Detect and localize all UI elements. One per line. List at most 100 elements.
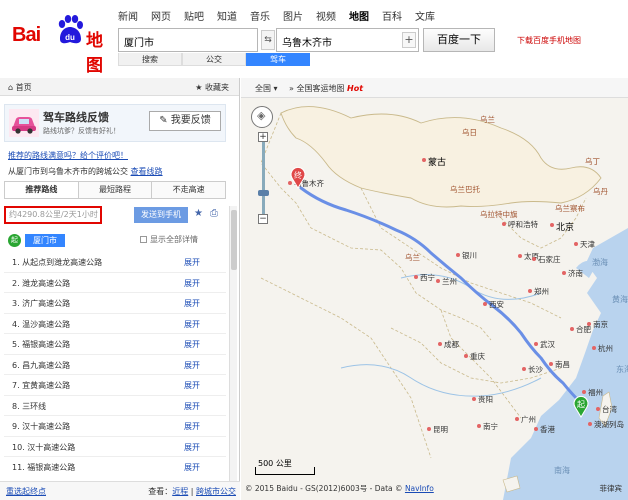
view-bus-link[interactable]: 查看线路 — [131, 167, 163, 176]
route-step-label: 6. 昌九高速公路 — [12, 360, 71, 370]
route-step[interactable]: 7. 宜黄高速公路 展开 — [4, 375, 226, 396]
country-select[interactable]: 全国 ▾ — [255, 83, 278, 94]
city-dot — [436, 279, 440, 283]
expand-step-link[interactable]: 展开 — [184, 462, 200, 473]
map-canvas[interactable] — [241, 78, 628, 500]
favorite-star-icon[interactable]: ★ — [194, 208, 203, 219]
top-nav-item[interactable]: 文库 — [415, 8, 435, 23]
end-marker[interactable]: 终 — [289, 165, 307, 192]
nearby-link[interactable]: 近程 — [172, 487, 188, 496]
top-nav-item[interactable]: 知道 — [217, 8, 237, 23]
zoom-slider[interactable] — [257, 142, 269, 214]
zoom-slider-thumb[interactable] — [257, 190, 269, 196]
map-copyright: © 2015 Baidu - GS(2012)6003号 - Data © Na… — [245, 483, 628, 496]
route-step[interactable]: 2. 潍龙高速公路 展开 — [4, 273, 226, 293]
route-step-label: 7. 宜黄高速公路 — [12, 381, 71, 390]
route-step[interactable]: 9. 汉十高速公路 展开 — [4, 416, 226, 437]
download-app-link[interactable]: 下载百度手机地图 — [517, 35, 581, 46]
zoom-in-icon[interactable]: + — [258, 132, 268, 142]
show-all-checkbox[interactable] — [140, 236, 147, 243]
mode-tab[interactable]: 搜索 — [118, 53, 182, 66]
map-city-label: 香港 — [540, 425, 555, 434]
pan-control-icon[interactable] — [251, 106, 273, 128]
expand-step-link[interactable]: 展开 — [184, 442, 200, 453]
map-view[interactable]: 全国 ▾ » 全国客运地图 Hot 乌苏乌兰巴托乌鲁木齐蒙古呼和浩 — [241, 78, 628, 500]
panel-scrollbar[interactable] — [229, 206, 237, 486]
map-city-label: 天津 — [580, 240, 595, 249]
zoom-out-icon[interactable]: − — [258, 214, 268, 224]
start-city[interactable]: 厦门市 — [25, 234, 65, 247]
navinfo-link[interactable]: NavInfo — [405, 484, 434, 493]
top-nav-item[interactable]: 网页 — [151, 8, 171, 23]
route-option-tab[interactable]: 最短路程 — [78, 182, 153, 198]
from-input[interactable]: 厦门市 — [118, 28, 258, 52]
feedback-title: 驾车路线反馈 — [43, 111, 109, 124]
rate-route-link[interactable]: 推荐的路线满意吗？给个评价吧！ — [8, 150, 128, 161]
panel-crumb: ⌂ 首页 ★ 收藏夹 — [0, 78, 239, 96]
route-step[interactable]: 8. 三环线 展开 — [4, 396, 226, 416]
route-step[interactable]: 4. 温沙高速公路 展开 — [4, 314, 226, 334]
baidu-map-logo[interactable]: Bai du 地图 — [10, 12, 110, 76]
top-nav-item[interactable]: 贴吧 — [184, 8, 204, 23]
scrollbar-thumb[interactable] — [231, 210, 237, 270]
route-step[interactable]: 6. 昌九高速公路 展开 — [4, 355, 226, 375]
mode-tab[interactable]: 驾车 — [246, 53, 310, 66]
city-dot — [518, 254, 522, 258]
crumb-sep: » — [289, 84, 294, 93]
route-step[interactable]: 11. 福银高速公路 展开 — [4, 457, 226, 476]
mode-tab[interactable]: 公交 — [182, 53, 246, 66]
map-city-label: 广州 — [521, 415, 536, 424]
route-step-label: 10. 汉十高速公路 — [12, 442, 76, 452]
start-marker[interactable]: 起 — [572, 394, 590, 421]
map-city-label: 福州 — [588, 388, 603, 397]
map-city-label: 西宁 — [420, 273, 435, 282]
view-options: 查看：近程 | 跨城市公交 — [148, 486, 236, 497]
favorites-link[interactable]: ★ 收藏夹 — [195, 82, 229, 93]
route-option-tab[interactable]: 不走高速 — [152, 182, 226, 198]
top-nav-item[interactable]: 地图 — [349, 8, 369, 23]
expand-step-link[interactable]: 展开 — [184, 380, 200, 391]
route-step-label: 8. 三环线 — [12, 401, 47, 411]
feedback-button[interactable]: ✎ 我要反馈 — [149, 111, 221, 131]
route-step[interactable]: 5. 福银高速公路 展开 — [4, 334, 226, 355]
top-nav-item[interactable]: 图片 — [283, 8, 303, 23]
city-dot — [534, 342, 538, 346]
to-input[interactable]: 乌鲁木齐市 + — [276, 28, 419, 52]
map-city-label: 乌拉特中旗 — [480, 210, 518, 219]
city-dot — [534, 427, 538, 431]
send-to-phone-button[interactable]: 发送到手机 — [134, 207, 188, 223]
route-option-tab[interactable]: 推荐路线 — [5, 182, 79, 198]
map-city-label: 乌兰察布 — [555, 204, 585, 213]
expand-step-link[interactable]: 展开 — [184, 278, 200, 289]
swap-icon[interactable]: ⇆ — [261, 30, 275, 50]
expand-step-link[interactable]: 展开 — [184, 421, 200, 432]
route-option-tabs: 推荐路线 最短路程 不走高速 — [4, 181, 226, 199]
expand-step-link[interactable]: 展开 — [184, 319, 200, 330]
home-link[interactable]: ⌂ 首页 — [8, 82, 32, 93]
route-step[interactable]: 3. 济广高速公路 展开 — [4, 293, 226, 314]
top-nav-item[interactable]: 音乐 — [250, 8, 270, 23]
expand-step-link[interactable]: 展开 — [184, 257, 200, 268]
expand-step-link[interactable]: 展开 — [184, 339, 200, 350]
expand-step-link[interactable]: 展开 — [184, 401, 200, 412]
search-button[interactable]: 百度一下 — [423, 28, 495, 52]
expand-step-link[interactable]: 展开 — [184, 360, 200, 371]
end-marker-label: 终 — [294, 170, 302, 180]
top-nav-item[interactable]: 视频 — [316, 8, 336, 23]
show-all-details[interactable]: 显示全部详情 — [140, 234, 198, 245]
expand-step-link[interactable]: 展开 — [184, 298, 200, 309]
add-waypoint-icon[interactable]: + — [402, 32, 416, 48]
print-icon[interactable]: ⎙ — [210, 208, 218, 219]
route-step-label: 1. 从起点到潍龙高速公路 — [12, 258, 103, 267]
top-nav-item[interactable]: 新闻 — [118, 8, 138, 23]
route-step[interactable]: 10. 汉十高速公路 展开 — [4, 437, 226, 457]
route-step[interactable]: 1. 从起点到潍龙高速公路 展开 — [4, 252, 226, 273]
map-city-label: 澳湖列岛 — [594, 420, 624, 429]
map-city-label: 长沙 — [528, 365, 543, 374]
intercity-bus-link[interactable]: 跨城市公交 — [196, 487, 236, 496]
map-city-label: 乌兰 — [480, 115, 495, 124]
top-nav-item[interactable]: 百科 — [382, 8, 402, 23]
static-map-link[interactable]: » 全国客运地图 Hot — [289, 83, 363, 94]
reselect-endpoints-link[interactable]: 重选起终点 — [6, 486, 46, 497]
scale-bar: 500 公里 — [255, 459, 315, 475]
